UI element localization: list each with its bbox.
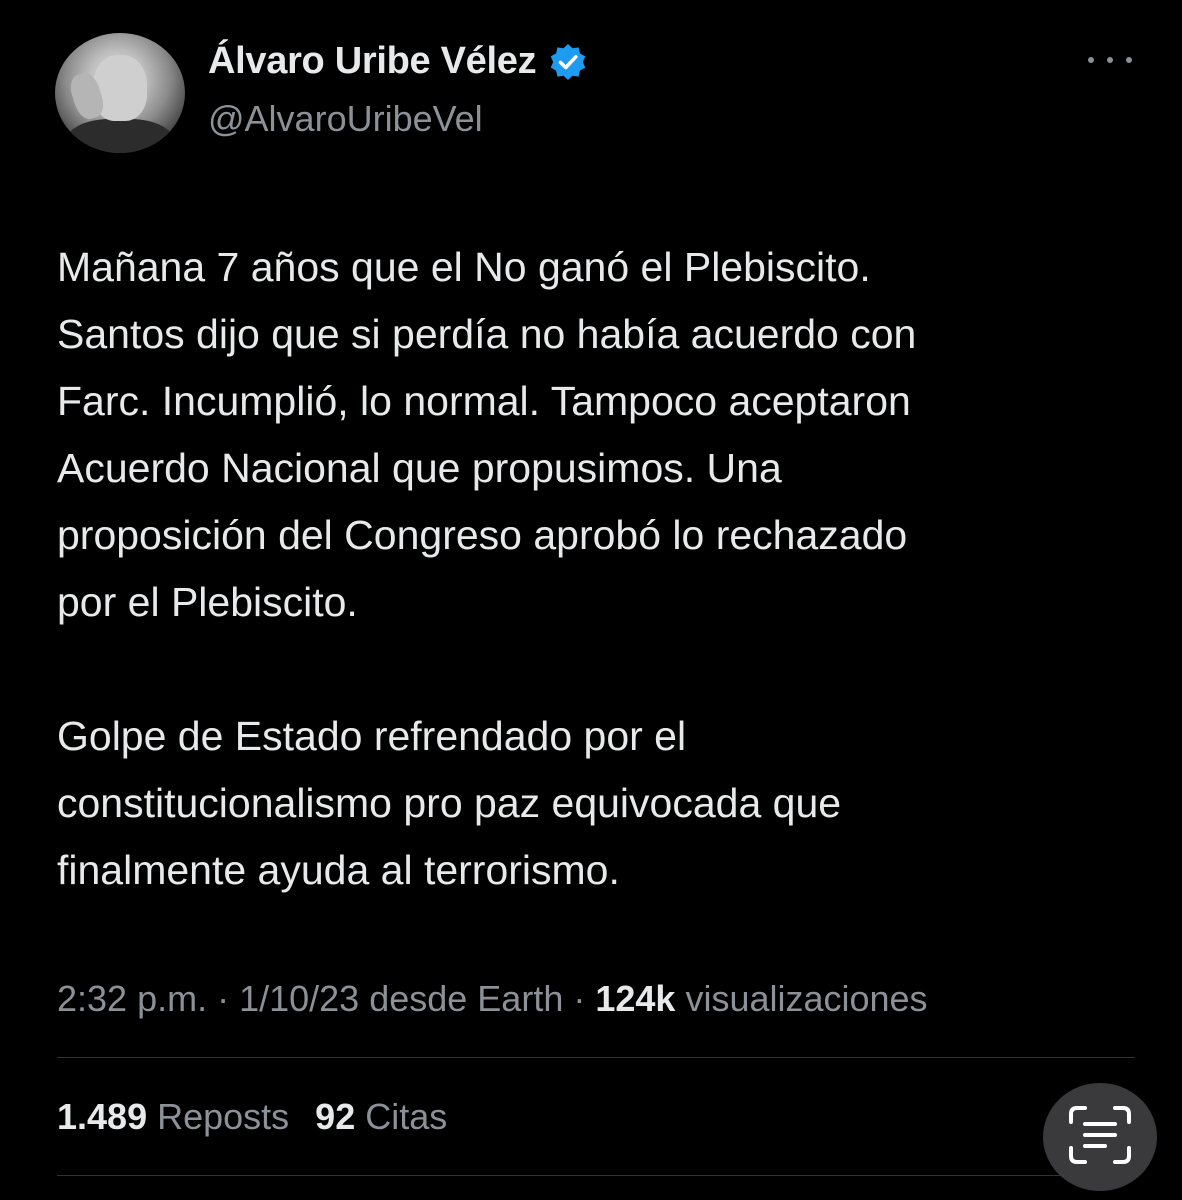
views-count: 124k xyxy=(595,978,676,1019)
quotes-count: 92 xyxy=(315,1096,356,1137)
views-label: visualizaciones xyxy=(675,978,928,1019)
divider xyxy=(57,1175,1135,1176)
avatar-suit xyxy=(65,119,175,153)
tweet-card: Álvaro Uribe Vélez @AlvaroUribeVel Mañan… xyxy=(0,0,1182,1200)
reposts-label: Reposts xyxy=(147,1096,290,1137)
reposts-count: 1.489 xyxy=(57,1096,148,1137)
quotes-label: Citas xyxy=(355,1096,448,1137)
tweet-date[interactable]: 1/10/23 desde Earth xyxy=(239,978,563,1019)
tweet-time[interactable]: 2:32 p.m. xyxy=(57,978,207,1019)
name-row: Álvaro Uribe Vélez xyxy=(208,40,588,83)
meta-separator: · xyxy=(207,978,240,1019)
reposts-link[interactable]: 1.489 Reposts xyxy=(57,1096,289,1137)
verified-badge-icon xyxy=(548,42,588,82)
text-scan-icon xyxy=(1067,1104,1133,1171)
divider xyxy=(57,1057,1135,1058)
more-options-icon[interactable] xyxy=(1088,50,1132,70)
text-scan-button[interactable] xyxy=(1043,1083,1157,1191)
tweet-text: Mañana 7 años que el No ganó el Plebisci… xyxy=(57,244,917,893)
meta-separator: · xyxy=(563,978,596,1019)
quotes-link[interactable]: 92 Citas xyxy=(315,1096,447,1137)
author-handle[interactable]: @AlvaroUribeVel xyxy=(208,98,483,140)
engagement-stats: 1.489 Reposts 92 Citas xyxy=(57,1096,447,1138)
avatar[interactable] xyxy=(55,33,185,153)
tweet-meta: 2:32 p.m. · 1/10/23 desde Earth · 124k v… xyxy=(57,978,928,1020)
display-name[interactable]: Álvaro Uribe Vélez xyxy=(208,40,537,83)
